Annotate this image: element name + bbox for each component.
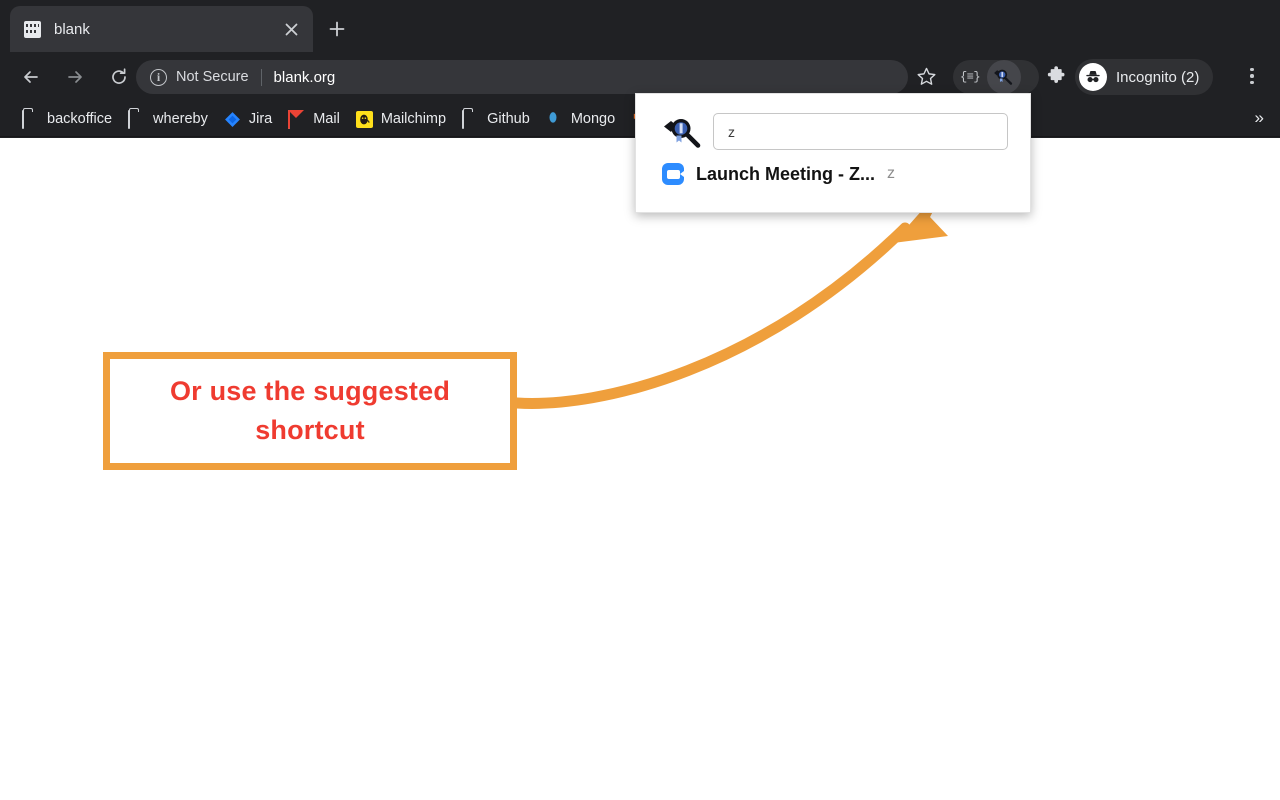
search-input[interactable]: [713, 113, 1008, 150]
result-title: Launch Meeting - Z...: [696, 163, 875, 184]
extension-popup: Launch Meeting - Z... z: [635, 93, 1031, 213]
popup-result-item[interactable]: Launch Meeting - Z... z: [636, 150, 1030, 185]
annotation-callout-box: Or use the suggested shortcut: [103, 352, 517, 470]
annotation-text: Or use the suggested shortcut: [169, 375, 451, 445]
zoom-video-icon: [662, 163, 684, 185]
result-shortcut-hint: z: [887, 165, 895, 182]
browser-window: blank i Not Secure blank.org {≡} Incogni…: [0, 0, 1280, 800]
popup-search-row: [636, 94, 1030, 150]
magnifier-badge-icon: [662, 115, 704, 149]
